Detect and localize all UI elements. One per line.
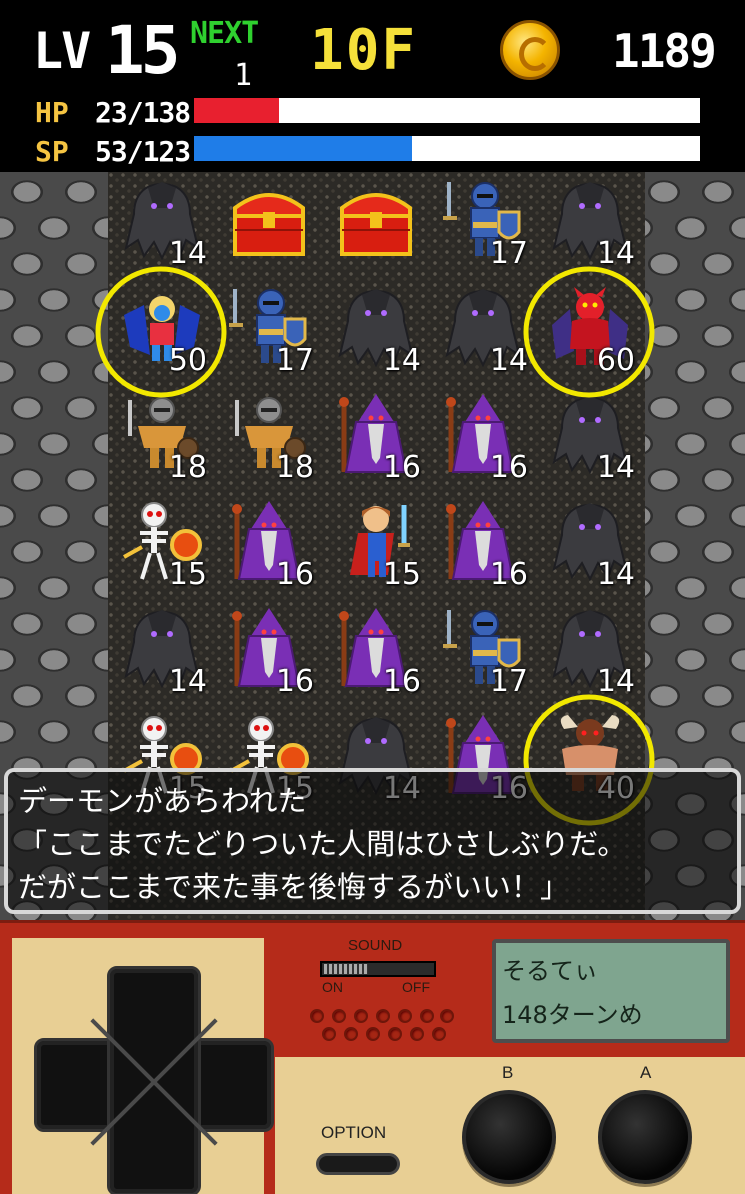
sp-bar-fill xyxy=(194,136,413,161)
enemy-level: 14 xyxy=(596,557,635,592)
enemy-level: 14 xyxy=(168,236,207,271)
sound-on-label: ON xyxy=(322,979,343,995)
board-cell-wizard[interactable]: 16 xyxy=(215,600,322,707)
board-cell-ghost[interactable]: 14 xyxy=(322,279,429,386)
speaker-hole xyxy=(410,1027,424,1041)
board-cell-ghost[interactable]: 14 xyxy=(108,172,215,279)
message-window[interactable]: デーモンがあらわれた 「ここまでたどりついた人間はひさしぶりだ。 だがここまで来… xyxy=(4,768,741,914)
enemy-level: 16 xyxy=(382,450,421,485)
enemy-level: 16 xyxy=(489,450,528,485)
speaker-hole xyxy=(366,1027,380,1041)
board-cell-chest[interactable] xyxy=(322,172,429,279)
gold-count: 1189 xyxy=(612,24,717,78)
sound-toggle-knob[interactable] xyxy=(324,964,368,974)
hp-bar xyxy=(194,98,700,123)
enemy-level: 14 xyxy=(596,664,635,699)
enemy-level: 16 xyxy=(275,664,314,699)
enemy-level: 16 xyxy=(382,664,421,699)
a-button[interactable] xyxy=(598,1090,692,1184)
dialog-line: デーモンがあらわれた xyxy=(18,784,307,818)
board-cell-warrior[interactable]: 18 xyxy=(108,386,215,493)
dpad-panel xyxy=(12,938,274,1194)
hp-label: HP xyxy=(35,96,69,129)
speaker-hole xyxy=(332,1009,346,1023)
board-cell-wizard[interactable]: 16 xyxy=(322,600,429,707)
turn-counter: 148ターンめ xyxy=(502,1001,643,1029)
floor-indicator: 10F xyxy=(310,18,418,83)
gamepad-controller: SOUND ON OFF そるてぃ 148ターンめ OPTION B A xyxy=(0,920,745,1194)
next-label: NEXT xyxy=(190,16,259,51)
status-hud: LV 15 NEXT 1 10F 1189 HP 23/138 SP 53/12… xyxy=(0,0,745,170)
sp-value: 53/123 xyxy=(95,135,191,168)
enemy-level: 16 xyxy=(275,557,314,592)
board-cell-ghost[interactable]: 14 xyxy=(536,493,643,600)
speaker-hole xyxy=(432,1027,446,1041)
enemy-level: 18 xyxy=(275,450,314,485)
board-cell-ghost[interactable]: 14 xyxy=(536,600,643,707)
hp-value: 23/138 xyxy=(95,96,191,129)
board-cell-harpy[interactable]: 50 xyxy=(108,279,215,386)
board-cell-hero[interactable]: 15 xyxy=(322,493,429,600)
chest-icon xyxy=(334,178,418,262)
enemy-level: 14 xyxy=(382,343,421,378)
option-label: OPTION xyxy=(321,1123,387,1142)
board-cell-ghost[interactable]: 14 xyxy=(536,386,643,493)
enemy-level: 14 xyxy=(596,236,635,271)
board-cell-wizard[interactable]: 16 xyxy=(429,386,536,493)
board-cell-ghost[interactable]: 14 xyxy=(108,600,215,707)
board-cell-knight[interactable]: 17 xyxy=(429,600,536,707)
board-cell-wizard[interactable]: 16 xyxy=(429,493,536,600)
board-cell-skeleton[interactable]: 15 xyxy=(108,493,215,600)
sp-label: SP xyxy=(35,135,69,168)
enemy-level: 16 xyxy=(489,557,528,592)
sound-toggle[interactable] xyxy=(320,961,436,977)
a-label: A xyxy=(640,1063,652,1082)
speaker-hole xyxy=(322,1027,336,1041)
speaker-hole xyxy=(310,1009,324,1023)
board-cell-wizard[interactable]: 16 xyxy=(322,386,429,493)
board-cell-red-demon[interactable]: 60 xyxy=(536,279,643,386)
option-button[interactable] xyxy=(316,1153,400,1175)
coin-icon xyxy=(500,20,560,80)
level-value: 15 xyxy=(105,12,181,89)
enemy-level: 14 xyxy=(489,343,528,378)
board-cell-knight[interactable]: 17 xyxy=(429,172,536,279)
speaker-hole xyxy=(420,1009,434,1023)
enemy-level: 17 xyxy=(489,664,528,699)
speaker-hole xyxy=(398,1009,412,1023)
board-cell-knight[interactable]: 17 xyxy=(215,279,322,386)
dialog-line: だがここまで来た事を後悔するがいい！」 xyxy=(18,870,570,904)
enemy-level: 15 xyxy=(168,557,207,592)
next-value: 1 xyxy=(234,58,253,93)
b-label: B xyxy=(502,1063,514,1082)
board-cell-chest[interactable] xyxy=(215,172,322,279)
b-button[interactable] xyxy=(462,1090,556,1184)
sound-label: SOUND xyxy=(348,937,403,954)
board-cell-ghost[interactable]: 14 xyxy=(536,172,643,279)
board-cell-ghost[interactable]: 14 xyxy=(429,279,536,386)
speaker-hole xyxy=(440,1009,454,1023)
enemy-level: 60 xyxy=(596,343,635,378)
hp-bar-fill xyxy=(194,98,279,123)
sp-bar xyxy=(194,136,700,161)
speaker-hole xyxy=(388,1027,402,1041)
enemy-level: 18 xyxy=(168,450,207,485)
enemy-level: 17 xyxy=(275,343,314,378)
enemy-level: 17 xyxy=(489,236,528,271)
chest-icon xyxy=(227,178,311,262)
speaker-hole xyxy=(354,1009,368,1023)
level-label: LV xyxy=(33,22,91,80)
sound-off-label: OFF xyxy=(402,979,430,995)
enemy-level: 14 xyxy=(596,450,635,485)
dialog-line: 「ここまでたどりついた人間はひさしぶりだ。 xyxy=(18,827,627,861)
speaker-hole xyxy=(344,1027,358,1041)
enemy-level: 15 xyxy=(382,557,421,592)
board-cell-wizard[interactable]: 16 xyxy=(215,493,322,600)
lcd-screen: そるてぃ 148ターンめ xyxy=(492,939,730,1043)
player-name: そるてぃ xyxy=(502,957,598,985)
speaker-hole xyxy=(376,1009,390,1023)
enemy-level: 50 xyxy=(168,343,207,378)
enemy-level: 14 xyxy=(168,664,207,699)
board-cell-warrior[interactable]: 18 xyxy=(215,386,322,493)
